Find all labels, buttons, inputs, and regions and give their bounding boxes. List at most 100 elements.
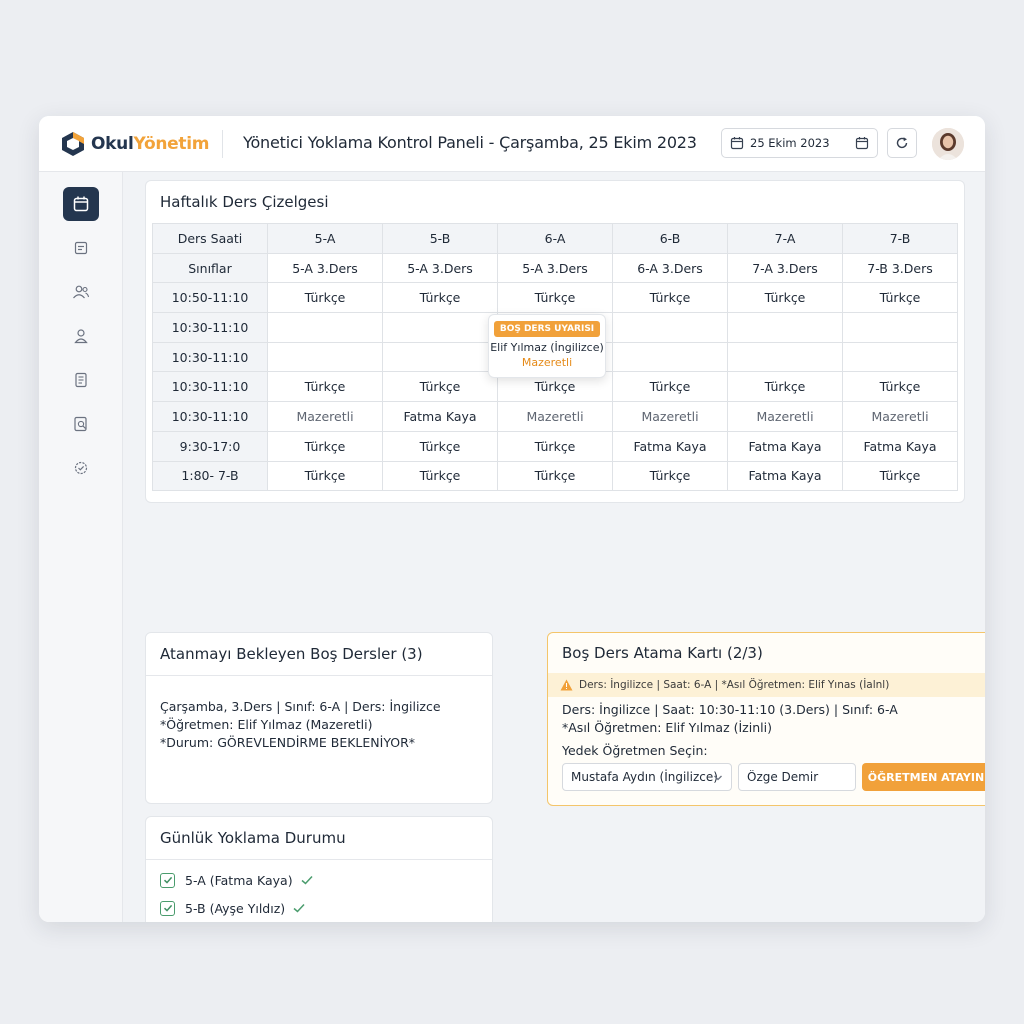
column-header: 5-A [267,223,383,254]
refresh-button[interactable] [887,128,917,158]
sidebar-item-users[interactable] [63,275,99,309]
schedule-cell[interactable]: Türkçe [497,460,613,492]
schedule-cell[interactable] [842,312,958,343]
schedule-card: Haftalık Ders Çizelgesi Ders Saati 5-A 5-B… [145,180,965,503]
sidebar-item-profile[interactable] [63,319,99,353]
schedule-cell[interactable]: 5-A 3.Ders [497,252,613,284]
schedule-cell[interactable]: Türkçe [267,282,383,314]
assign-warning-bar: Ders: İngilizce | Saat: 6-A | *Asıl Öğre… [548,673,985,697]
row-header: 9:30-17:0 [152,430,268,462]
schedule-cell[interactable]: Türkçe [497,430,613,462]
pending-line-2: *Öğretmen: Elif Yılmaz (Mazeretli) [160,717,373,732]
schedule-cell[interactable] [727,341,843,373]
avatar[interactable] [932,128,964,160]
schedule-cell[interactable]: Türkçe [382,282,498,314]
substitute-search-input[interactable] [738,763,856,791]
schedule-cell[interactable]: Fatma Kaya [842,430,958,462]
check-icon [163,904,172,912]
row-header: Sınıflar [152,252,268,284]
schedule-cell[interactable]: 7-B 3.Ders [842,252,958,284]
schedule-cell[interactable]: Mazeretli [497,401,613,432]
schedule-cell[interactable]: Fatma Kaya [727,460,843,492]
column-header: 5-B [382,223,498,254]
date-picker[interactable]: 25 Ekim 2023 [721,128,878,158]
schedule-cell[interactable]: Fatma Kaya [612,430,728,462]
check-icon [163,876,172,884]
search-doc-icon [74,416,87,432]
schedule-cell[interactable] [267,341,383,373]
schedule-cell[interactable]: Mazeretli [267,401,383,432]
table-row: 10:30-11:10 Mazeretli Fatma Kaya Mazeretli M… [152,401,958,432]
schedule-cell[interactable]: Türkçe [382,371,498,403]
schedule-cell[interactable]: 5-A 3.Ders [267,252,383,284]
attendance-card: Günlük Yoklama Durumu 5-A (Fatma Kaya) 5-… [145,816,493,922]
schedule-cell[interactable]: Türkçe [612,460,728,492]
main-content: Haftalık Ders Çizelgesi Ders Saati 5-A 5-B… [123,172,985,922]
substitute-select[interactable]: Mustafa Aydın (İngilizce) [562,763,732,791]
schedule-cell[interactable]: 6-A 3.Ders [612,252,728,284]
attendance-item[interactable]: 5-A (Fatma Kaya) [160,871,314,889]
schedule-cell[interactable]: Mazeretli [612,401,728,432]
schedule-cell[interactable]: Mazeretli [842,401,958,432]
schedule-cell[interactable]: Fatma Kaya [727,430,843,462]
schedule-cell[interactable]: Türkçe [842,282,958,314]
schedule-cell[interactable]: Türkçe [267,371,383,403]
schedule-cell[interactable] [267,312,383,343]
schedule-cell[interactable]: Mazeretli [727,401,843,432]
sidebar-item-calendar[interactable] [63,187,99,221]
row-header: 10:30-11:10 [152,341,268,373]
schedule-cell[interactable]: Türkçe [382,460,498,492]
sidebar-item-clipboard[interactable] [63,231,99,265]
attendance-item[interactable]: 5-B (Ayşe Yıldız) [160,899,306,917]
schedule-cell[interactable]: Türkçe [842,371,958,403]
logo-text: OkulYönetim [91,134,210,154]
popup-status: Mazeretli [521,356,573,369]
column-header: 6-A [497,223,613,254]
row-header: 1:80- 7-B [152,460,268,492]
schedule-cell[interactable]: Türkçe [497,282,613,314]
schedule-cell[interactable] [842,341,958,373]
schedule-cell[interactable] [382,341,498,373]
schedule-cell[interactable] [382,312,498,343]
warning-icon [560,679,573,691]
assignment-card: Boş Ders Atama Kartı (2/3) Ders: İngiliz… [547,632,985,806]
pending-title: Atanmayı Bekleyen Boş Dersler (3) [160,645,423,663]
logo[interactable]: OkulYönetim [59,128,209,160]
sidebar [39,172,123,922]
checkbox[interactable] [160,900,175,916]
schedule-cell[interactable]: Türkçe [612,282,728,314]
schedule-cell[interactable]: Türkçe [727,371,843,403]
chevron-down-icon [714,775,722,781]
schedule-cell[interactable] [612,312,728,343]
schedule-cell[interactable]: Fatma Kaya [382,401,498,432]
sidebar-item-documents[interactable] [63,363,99,397]
row-header: 10:30-11:10 [152,312,268,343]
schedule-cell[interactable]: 5-A 3.Ders [382,252,498,284]
pending-lesson-item[interactable]: Çarşamba, 3.Ders | Sınıf: 6-A | Ders: İn… [160,698,441,752]
checkbox[interactable] [160,872,175,888]
schedule-cell[interactable]: Türkçe [612,371,728,403]
sidebar-item-settings[interactable] [63,451,99,485]
popup-teacher: Elif Yılmaz (İngilizce) [490,341,604,354]
user-avatar-icon [932,128,964,160]
schedule-cell[interactable]: Türkçe [267,460,383,492]
calendar-picker-icon[interactable] [855,136,869,150]
assign-title: Boş Ders Atama Kartı (2/3) [562,644,763,662]
column-header: 7-A [727,223,843,254]
check-icon [301,875,313,885]
schedule-cell[interactable]: Türkçe [727,282,843,314]
sidebar-item-reports[interactable] [63,407,99,441]
column-header: 6-B [612,223,728,254]
assign-teacher-button[interactable]: ÖĞRETMEN ATAYIN [862,763,985,791]
schedule-cell[interactable] [727,312,843,343]
empty-lesson-popup[interactable]: BOŞ DERS UYARISI Elif Yılmaz (İngilizce)… [488,314,606,378]
schedule-cell[interactable]: Türkçe [842,460,958,492]
app-window: OkulYönetim Yönetici Yoklama Kontrol Pan… [39,116,985,922]
schedule-cell[interactable] [612,341,728,373]
empty-lesson-badge: BOŞ DERS UYARISI [493,321,601,337]
calendar-icon [73,196,89,212]
schedule-cell[interactable]: Türkçe [382,430,498,462]
schedule-cell[interactable]: Türkçe [267,430,383,462]
check-icon [293,903,305,913]
schedule-cell[interactable]: 7-A 3.Ders [727,252,843,284]
